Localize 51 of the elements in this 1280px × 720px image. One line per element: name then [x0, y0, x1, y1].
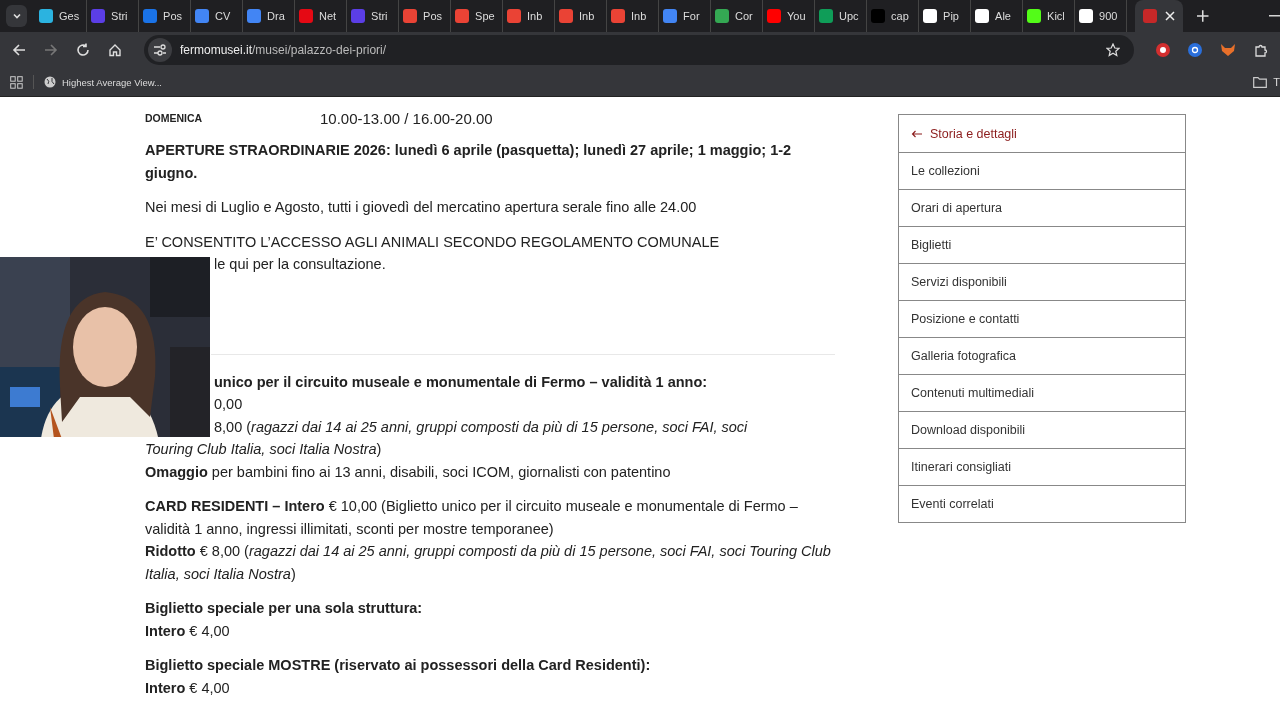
- sidebar-item[interactable]: Itinerari consigliati: [899, 448, 1185, 485]
- minimize-icon[interactable]: [1268, 15, 1280, 17]
- text-line: 0,00: [213, 395, 244, 414]
- back-icon[interactable]: [12, 43, 26, 57]
- sidebar-item[interactable]: Contenuti multimediali: [899, 374, 1185, 411]
- opening-hours: 10.00-13.00 / 16.00-20.00: [320, 109, 493, 127]
- text-line: APERTURE STRAORDINARIE 2026: lunedì 6 aprile (pasquetta); lunedì 27 aprile; 1 maggio; 1-2 giugno.: [145, 141, 793, 183]
- sidebar-item[interactable]: Posizione e contatti: [899, 300, 1185, 337]
- browser-tab[interactable]: [1135, 0, 1184, 32]
- text-line: le qui per la consultazione.: [213, 255, 387, 274]
- text-line: Ridotto € 8,00 (ragazzi dai 14 ai 25 anni, gruppi composti da più di 15 persone, soci FAI, soci Touring Club Italia, soci Italia Nostra): [145, 542, 832, 584]
- chevron-down-icon: [11, 11, 22, 21]
- close-icon[interactable]: [1165, 11, 1176, 21]
- sidebar-item[interactable]: Galleria fotografica: [899, 337, 1185, 374]
- text-line: Nei mesi di Luglio e Agosto, tutti i giovedì del mercatino apertura serale fino alle 24.00: [145, 198, 698, 217]
- arrow-left-icon: [911, 129, 923, 138]
- globe-icon: [44, 76, 56, 88]
- sidebar-item[interactable]: Orari di apertura: [899, 189, 1185, 226]
- text-line: Biglietto speciale MOSTRE (riservato ai possessori della Card Residenti):: [145, 656, 652, 675]
- sidebar-item[interactable]: Le collezioni: [899, 152, 1185, 189]
- fox-icon[interactable]: [1220, 43, 1236, 57]
- day-label: DOMENICA: [145, 112, 204, 124]
- tab-list-button[interactable]: [6, 5, 28, 27]
- sidebar-item[interactable]: Eventi correlati: [899, 485, 1185, 522]
- bookmark[interactable]: Highest Average View...: [44, 76, 162, 88]
- site-info-icon[interactable]: [148, 38, 172, 62]
- sidebar-item[interactable]: Storia e dettagli: [899, 115, 1185, 152]
- puzzle-icon[interactable]: [1254, 43, 1268, 57]
- reload-icon[interactable]: [76, 43, 90, 57]
- text-line: Intero € 4,00: [145, 621, 231, 641]
- star-icon[interactable]: [1106, 43, 1120, 57]
- folder-icon: [1253, 76, 1268, 88]
- text-line: CARD RESIDENTI – Intero € 10,00 (Biglietto unico per il circuito museale e monumentale di Fermo – validità 1 anno, ingressi illimitati, sconti per mostre temporanee): [145, 497, 799, 539]
- apps-grid-icon[interactable]: [10, 75, 23, 89]
- text-line: 8,00 (ragazzi dai 14 ai 25 anni, gruppi composti da più di 15 persone, soci FAI, soci: [213, 417, 749, 437]
- sidebar-item[interactable]: Servizi disponibili: [899, 263, 1185, 300]
- text-line: Touring Club Italia, soci Italia Nostra): [145, 440, 383, 459]
- text-line: Biglietto speciale per una sola struttura:: [145, 599, 424, 618]
- sidebar-item[interactable]: Download disponibili: [899, 411, 1185, 448]
- address-bar[interactable]: fermomusei.it/musei/palazzo-dei-priori/: [144, 35, 1134, 65]
- home-icon[interactable]: [108, 43, 122, 57]
- extension-icon[interactable]: [1156, 43, 1170, 57]
- text-line: Intero € 4,00: [145, 678, 231, 698]
- bookmark-folder[interactable]: T: [1253, 76, 1280, 88]
- new-tab-icon[interactable]: [1197, 10, 1209, 22]
- text-line: unico per il circuito museale e monumentale di Fermo – validità 1 anno:: [213, 372, 709, 392]
- forward-icon[interactable]: [44, 43, 58, 57]
- text-line: E’ CONSENTITO L’ACCESSO AGLI ANIMALI SECONDO REGOLAMENTO COMUNALE: [145, 232, 721, 252]
- text-line: Omaggio per bambini fino ai 13 anni, disabili, soci ICOM, giornalisti con patentino: [145, 462, 672, 482]
- sidebar-item[interactable]: Biglietti: [899, 226, 1185, 263]
- extension-icon[interactable]: [1188, 43, 1202, 57]
